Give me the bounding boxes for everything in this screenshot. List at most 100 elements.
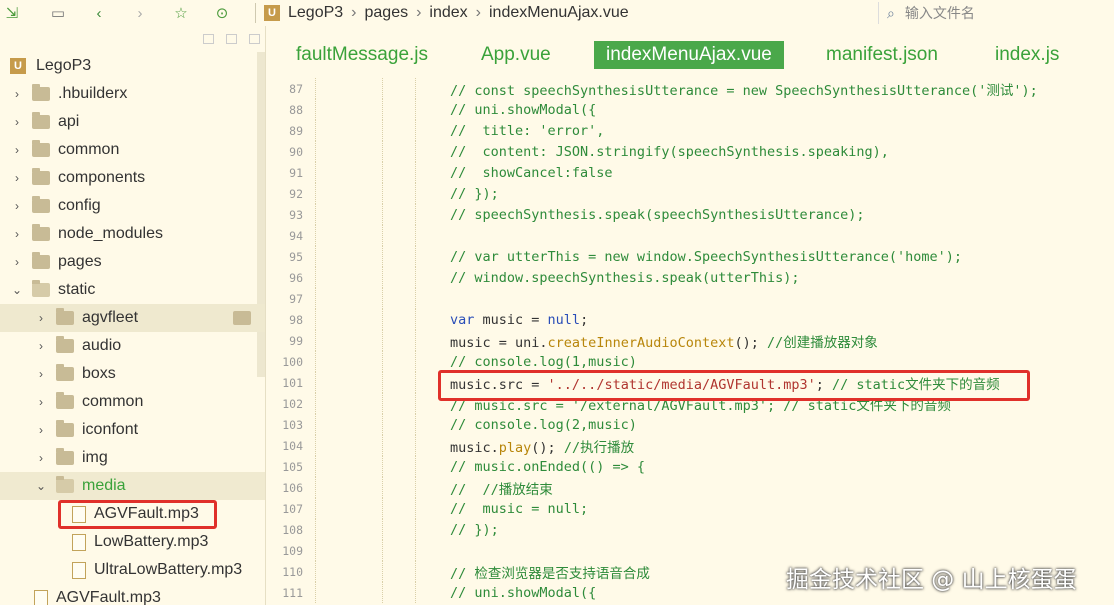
chevron-right-icon[interactable]: › [34,311,48,325]
indent-guide [415,414,416,435]
chevron-right-icon[interactable]: › [10,115,24,129]
indent-guide [382,183,383,204]
code-line[interactable]: 98 var music = null; [267,309,1114,330]
chevron-right-icon[interactable]: › [10,171,24,185]
indent-guide [415,309,416,330]
folder-icon [32,112,50,129]
folder-icon [32,280,50,297]
indent-guide [315,456,316,477]
code-line[interactable]: 109 [267,540,1114,561]
forward-icon[interactable]: › [128,2,152,24]
tree-folder[interactable]: ⌄ static [0,276,265,304]
chevron-right-icon[interactable]: › [10,227,24,241]
tab-indexmenuajax-vue[interactable]: indexMenuAjax.vue [594,41,784,69]
code-line[interactable]: 93 // speechSynthesis.speak(speechSynthes… [267,204,1114,225]
code-line[interactable]: 95 // var utterThis = new window.SpeechSy… [267,246,1114,267]
tree-folder[interactable]: › iconfont [0,416,265,444]
tree-folder[interactable]: › boxs [0,360,265,388]
chevron-right-icon[interactable]: › [34,451,48,465]
tree-folder[interactable]: › img [0,444,265,472]
project-logo-icon: U [264,5,280,21]
code-line[interactable]: 96 // window.speechSynthesis.speak(utterT… [267,267,1114,288]
code-line[interactable]: 94 [267,225,1114,246]
breadcrumb-item[interactable]: indexMenuAjax.vue [489,4,629,22]
save-all-icon[interactable]: ⇲ [0,2,24,24]
code-area[interactable]: 87 // const speechSynthesisUtterance = ne… [267,78,1114,603]
tree-folder[interactable]: › common [0,388,265,416]
chevron-right-icon[interactable]: › [10,255,24,269]
tree-file[interactable]: UltraLowBattery.mp3 [0,556,265,584]
indent-guide [415,372,416,393]
code-line[interactable]: 104 music.play(); //执行播放 [267,435,1114,456]
tree-item-project[interactable]: U LegoP3 [0,52,265,80]
tab-faultmessage-js[interactable]: faultMessage.js [284,41,440,69]
code-line[interactable]: 99 music = uni.createInnerAudioContext();… [267,330,1114,351]
indent-guide [382,519,383,540]
code-text: // music.onEnded(() => { [450,458,646,475]
code-text: // uni.showModal({ [450,584,597,601]
breadcrumb-item[interactable]: index [429,4,467,22]
chevron-right-icon[interactable]: › [34,395,48,409]
code-line[interactable]: 88 // uni.showModal({ [267,99,1114,120]
tree-folder[interactable]: › node_modules [0,220,265,248]
tree-folder[interactable]: › components [0,164,265,192]
code-line[interactable]: 92 // }); [267,183,1114,204]
line-number: 102 [282,396,303,411]
breadcrumb-item[interactable]: LegoP3 [288,4,343,22]
tree-file[interactable]: AGVFault.mp3 [0,584,265,605]
code-line[interactable]: 103 // console.log(2,music) [267,414,1114,435]
tree-item-label: common [58,141,120,158]
indent-guide [415,435,416,456]
back-icon[interactable]: ‹ [87,2,111,24]
tree-folder[interactable]: › pages [0,248,265,276]
chevron-right-icon[interactable]: › [10,199,24,213]
tree-folder[interactable]: › audio [0,332,265,360]
code-line[interactable]: 105 // music.onEnded(() => { [267,456,1114,477]
tree-file[interactable]: LowBattery.mp3 [0,528,265,556]
tree-folder[interactable]: › .hbuilderx [0,80,265,108]
tab-app-vue[interactable]: App.vue [469,41,563,69]
file-search-input[interactable]: ⌕ 输入文件名 [878,2,975,24]
indent-guide [315,498,316,519]
chevron-right-icon[interactable]: › [34,423,48,437]
tree-folder[interactable]: › common [0,136,265,164]
tab-index-js[interactable]: index.js [983,41,1071,69]
tree-folder[interactable]: ⌄ media [0,472,265,500]
tab-manifest-json[interactable]: manifest.json [814,41,950,69]
code-line[interactable]: 97 [267,288,1114,309]
chevron-right-icon[interactable]: › [34,339,48,353]
tree-folder[interactable]: › config [0,192,265,220]
folder-icon [56,336,74,353]
chevron-right-icon[interactable]: › [10,87,24,101]
chevron-down-icon[interactable]: ⌄ [34,479,48,493]
run-icon[interactable]: ⊙ [210,2,234,24]
chevron-right-icon[interactable]: › [10,143,24,157]
code-line[interactable]: 87 // const speechSynthesisUtterance = ne… [267,78,1114,99]
refresh-icon[interactable] [249,34,260,44]
code-line[interactable]: 89 // title: 'error', [267,120,1114,141]
open-folder-icon[interactable] [233,311,251,325]
tree-folder[interactable]: › agvfleet [0,304,265,332]
code-text: // 检查浏览器是否支持语音合成 [450,565,650,582]
tree-folder[interactable]: › api [0,108,265,136]
indent-guide [415,477,416,498]
line-number: 98 [289,312,303,327]
indent-guide [415,351,416,372]
search-icon: ⌕ [887,4,895,21]
code-line[interactable]: 108 // }); [267,519,1114,540]
collapse-all-icon[interactable] [203,34,214,44]
breadcrumb-item[interactable]: pages [365,4,409,22]
save-icon[interactable]: ▭ [46,2,70,24]
tree-item-label: LowBattery.mp3 [94,533,209,550]
chevron-right-icon[interactable]: › [34,367,48,381]
code-line[interactable]: 90 // content: JSON.stringify(speechSynth… [267,141,1114,162]
new-file-icon[interactable] [226,34,237,44]
code-line[interactable]: 107 // music = null; [267,498,1114,519]
code-line[interactable]: 106 // //播放结束 [267,477,1114,498]
indent-guide [315,99,316,120]
indent-guide [415,99,416,120]
chevron-down-icon[interactable]: ⌄ [10,283,24,297]
favorite-icon[interactable]: ☆ [169,2,193,24]
code-line[interactable]: 100 // console.log(1,music) [267,351,1114,372]
code-line[interactable]: 91 // showCancel:false [267,162,1114,183]
